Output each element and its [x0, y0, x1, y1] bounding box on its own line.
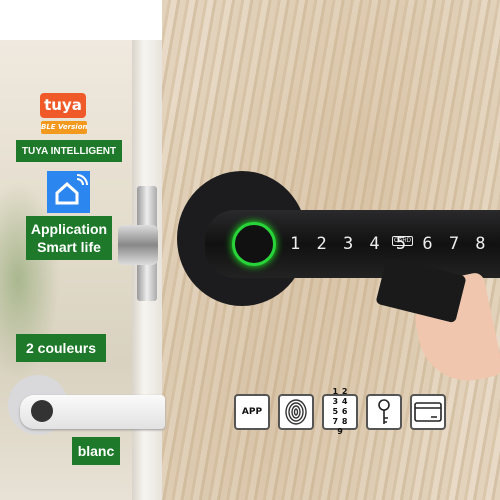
white-fingerprint-sensor	[31, 400, 53, 422]
colors-badge: 2 couleurs	[16, 334, 106, 362]
smart-life-app-icon	[47, 171, 90, 213]
app-phone-icon: APP	[234, 394, 270, 430]
card-icon	[410, 394, 446, 430]
latch-bolt	[118, 225, 158, 265]
fingerprint-icon	[278, 394, 314, 430]
ble-version-label: BLE Version	[41, 121, 87, 134]
tuya-badge: TUYA INTELLIGENT	[16, 140, 122, 162]
smart-life-badge: Application Smart life	[26, 216, 112, 260]
card-label: CARD	[392, 236, 414, 246]
key-icon	[366, 394, 402, 430]
tuya-logo: tuya	[40, 93, 86, 118]
badge-line: Application	[30, 221, 108, 237]
variant-badge: blanc	[72, 437, 120, 465]
badge-line: Smart life	[37, 239, 101, 255]
keypad-icon: 1 2 3 4 5 6 7 8 9	[322, 387, 358, 436]
fingerprint-sensor-icon	[232, 222, 276, 266]
feature-icons: APP 1 2 3 4 5 6 7 8 9	[234, 387, 446, 436]
